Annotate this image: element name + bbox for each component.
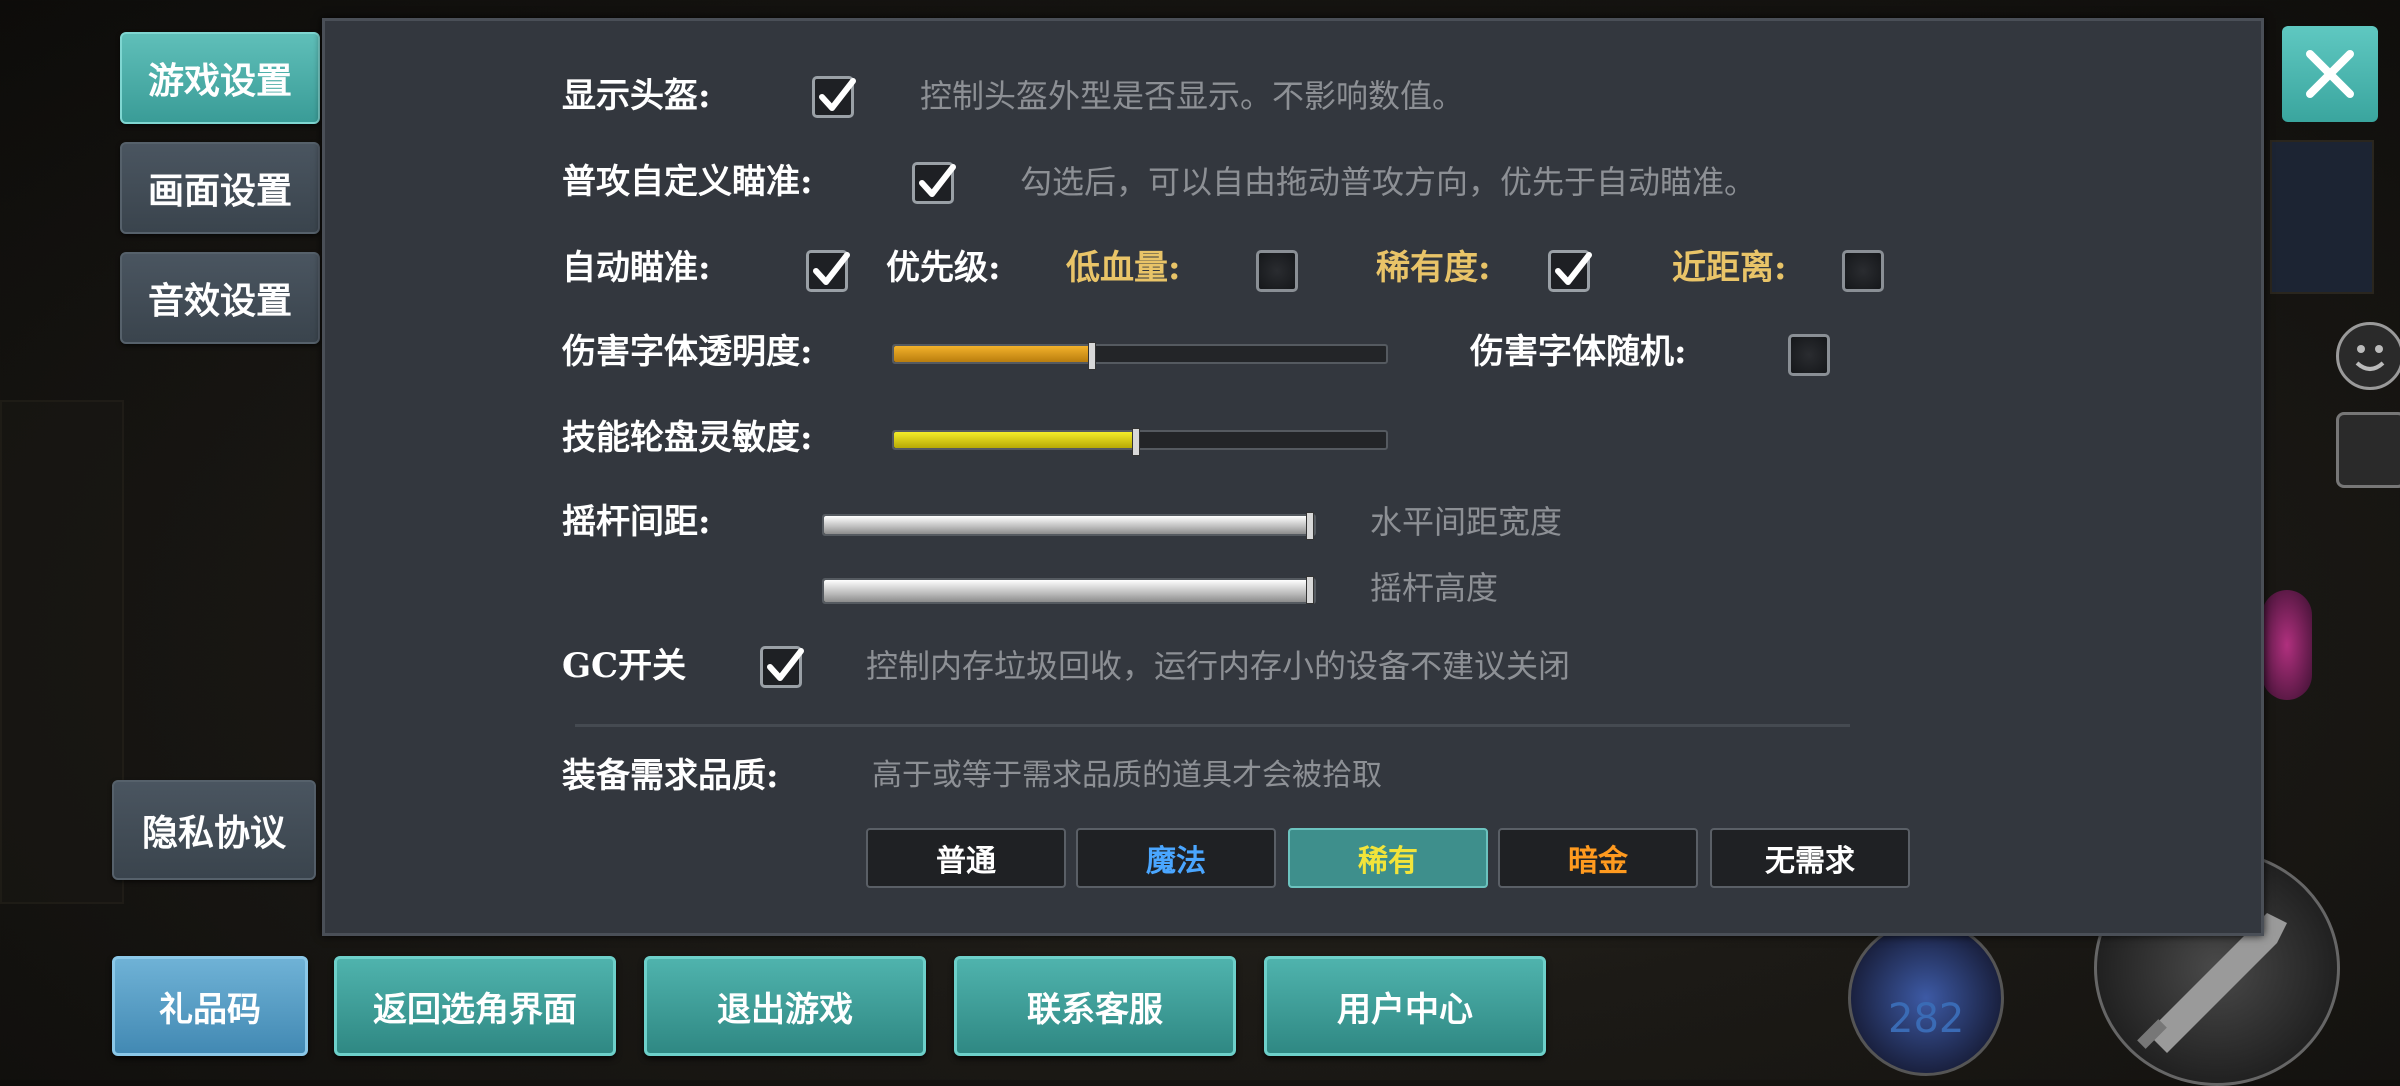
joystick-height-slider[interactable] [822,576,1316,604]
checkmark-icon [813,252,850,285]
quality-option-unique[interactable]: 暗金 [1498,828,1698,888]
gc-checkbox[interactable] [760,646,804,688]
custom-aim-label: 普攻自定义瞄准: [562,162,813,202]
skill-orb-icon[interactable] [2262,590,2312,700]
low-hp-label: 低血量: [1066,248,1181,288]
quality-label: 装备需求品质: [562,756,779,796]
tab-sound-settings[interactable]: 音效设置 [120,252,320,344]
gc-hint: 控制内存垃圾回收，运行内存小的设备不建议关闭 [866,647,1571,685]
slider-handle[interactable] [1132,428,1141,456]
helmet-label: 显示头盔: [562,76,711,116]
damage-random-checkbox[interactable] [1788,334,1830,376]
user-center-button[interactable]: 用户中心 [1264,956,1546,1056]
background-floor-tile [0,400,124,904]
privacy-button[interactable]: 隐私协议 [112,780,316,880]
helmet-hint: 控制头盔外型是否显示。不影响数值。 [920,77,1465,115]
wheel-sensitivity-slider[interactable] [892,428,1388,456]
auto-aim-label: 自动瞄准: [562,248,711,288]
back-to-select-button[interactable]: 返回选角界面 [334,956,616,1056]
background-floor-tile [2270,140,2374,294]
custom-aim-checkbox[interactable] [912,162,956,204]
tab-graphics-settings[interactable]: 画面设置 [120,142,320,234]
settings-panel [322,18,2264,936]
slider-fill [824,516,1314,534]
wheel-sensitivity-label: 技能轮盘灵敏度: [562,418,813,458]
slider-fill [894,346,1091,362]
priority-label: 优先级: [886,248,1001,288]
checkmark-icon [819,78,856,111]
rarity-label: 稀有度: [1376,248,1491,288]
close-icon [2306,50,2354,98]
near-label: 近距离: [1672,248,1787,288]
slider-handle[interactable] [1306,512,1314,540]
near-checkbox[interactable] [1842,250,1884,292]
helmet-checkbox[interactable] [812,76,856,118]
character-portrait-icon[interactable] [2336,412,2400,488]
checkmark-icon [919,164,956,197]
damage-opacity-label: 伤害字体透明度: [562,332,813,372]
quality-option-magic[interactable]: 魔法 [1076,828,1276,888]
quality-option-common[interactable]: 普通 [866,828,1066,888]
low-hp-checkbox[interactable] [1256,250,1298,292]
exit-game-button[interactable]: 退出游戏 [644,956,926,1056]
tab-game-settings[interactable]: 游戏设置 [120,32,320,124]
slider-handle[interactable] [1087,342,1096,370]
slider-handle[interactable] [1306,576,1314,604]
emote-icon[interactable] [2336,322,2400,390]
rarity-checkbox[interactable] [1548,250,1592,292]
quality-option-none[interactable]: 无需求 [1710,828,1910,888]
close-button[interactable] [2282,26,2378,122]
auto-aim-checkbox[interactable] [806,250,850,292]
damage-random-label: 伤害字体随机: [1470,332,1687,372]
joystick-label: 摇杆间距: [562,502,711,542]
joystick-horizontal-slider[interactable] [822,512,1316,540]
slider-fill [894,432,1136,448]
gc-label: GC开关 [562,646,687,686]
contact-service-button[interactable]: 联系客服 [954,956,1236,1056]
joystick-height-hint: 摇杆高度 [1370,569,1499,607]
slider-fill [824,580,1314,602]
damage-opacity-slider[interactable] [892,342,1388,370]
custom-aim-hint: 勾选后，可以自由拖动普攻方向，优先于自动瞄准。 [1020,163,1757,201]
joystick-horizontal-hint: 水平间距宽度 [1370,503,1563,541]
divider [575,724,1850,727]
skill-count: 282 [1888,996,1965,1042]
gift-code-button[interactable]: 礼品码 [112,956,308,1056]
quality-option-rare[interactable]: 稀有 [1288,828,1488,888]
checkmark-icon [1555,252,1592,285]
quality-hint: 高于或等于需求品质的道具才会被拾取 [872,758,1382,793]
checkmark-icon [767,648,804,681]
